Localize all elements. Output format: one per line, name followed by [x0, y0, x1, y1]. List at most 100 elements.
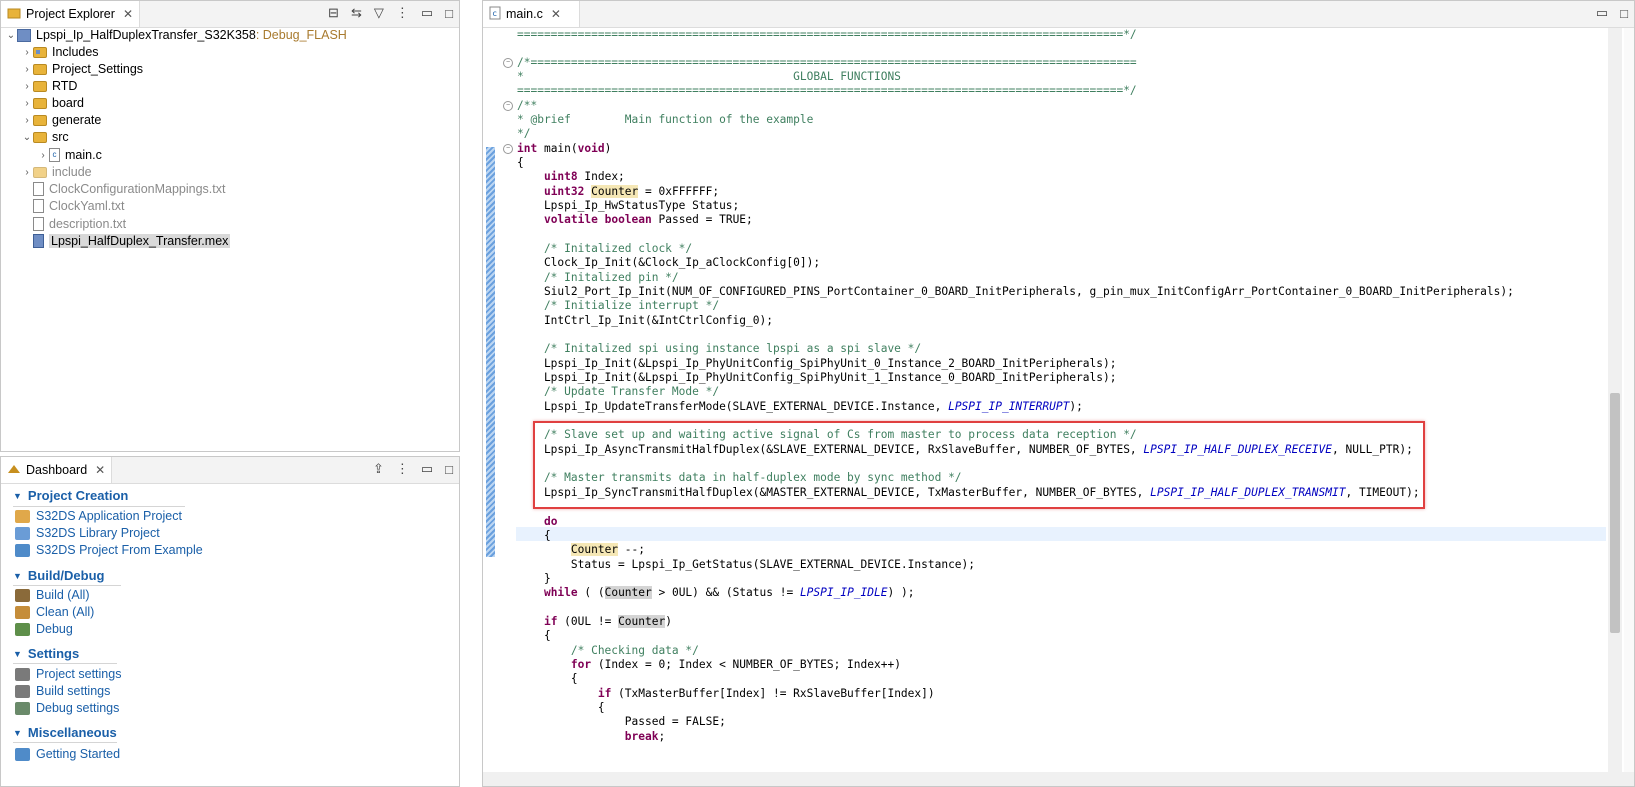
link-project-settings[interactable]: Project settings [15, 667, 121, 681]
tree-item-label: board [52, 96, 84, 110]
code-line: { [517, 529, 551, 542]
c-file-icon: c [49, 148, 60, 162]
link-s32ds-library-project[interactable]: S32DS Library Project [15, 526, 160, 540]
link-label: Getting Started [36, 747, 121, 761]
section-title: Miscellaneous [27, 725, 117, 740]
view-toolbar: ⇪ ⋮ ▭ □ [373, 461, 453, 477]
tree-item-generate[interactable]: › generate [21, 111, 101, 129]
triangle-down-icon[interactable]: ▼ [13, 491, 22, 501]
chevron-right-icon[interactable]: › [21, 64, 33, 75]
section-project-creation[interactable]: ▼ Project Creation [13, 488, 128, 503]
maximize-icon[interactable]: □ [1620, 6, 1628, 21]
text-file-icon [33, 199, 44, 213]
chevron-right-icon[interactable]: › [21, 47, 33, 58]
code-line: { [517, 629, 551, 642]
tree-item-description[interactable]: description.txt [33, 215, 126, 233]
code-line: uint32 Counter = 0xFFFFFF; [543, 185, 720, 198]
current-line-highlight [516, 527, 1606, 541]
code-line: Lpspi_Ip_HwStatusType Status; [517, 199, 740, 212]
link-build-all[interactable]: Build (All) [15, 588, 90, 602]
tree-item-label: ClockYaml.txt [49, 199, 125, 213]
scrollbar-thumb[interactable] [1610, 393, 1620, 633]
code-line: int main(void) [517, 142, 612, 155]
code-line: { [517, 156, 524, 169]
code-editor[interactable]: − − − ==================================… [483, 28, 1634, 772]
chevron-right-icon[interactable]: › [21, 167, 33, 178]
code-line: uint8 Index; [543, 170, 625, 183]
code-line: Lpspi_Ip_Init(&Lpspi_Ip_PhyUnitConfig_Sp… [517, 357, 1117, 370]
tab-main-c[interactable]: c main.c ✕ [483, 1, 580, 27]
view-menu-icon[interactable]: ⋮ [396, 461, 409, 477]
link-s32ds-application-project[interactable]: S32DS Application Project [15, 509, 182, 523]
minimize-icon[interactable]: ▭ [421, 461, 433, 477]
tree-item-rtd[interactable]: › RTD [21, 77, 77, 95]
link-debug-settings[interactable]: Debug settings [15, 701, 119, 715]
section-build-debug[interactable]: ▼ Build/Debug [13, 568, 104, 583]
chevron-down-icon[interactable]: ⌄ [21, 132, 33, 143]
new-project-icon[interactable]: ⇪ [373, 461, 384, 477]
close-icon[interactable]: ✕ [95, 463, 105, 477]
chevron-down-icon[interactable]: ⌄ [5, 30, 17, 41]
chevron-right-icon[interactable]: › [21, 81, 33, 92]
filter-icon[interactable]: ▽ [374, 5, 384, 21]
library-project-icon [15, 526, 30, 540]
tree-item-clock-yaml[interactable]: ClockYaml.txt [33, 197, 124, 215]
chevron-right-icon[interactable]: › [21, 98, 33, 109]
fold-icon[interactable]: − [503, 101, 513, 111]
maximize-icon[interactable]: □ [445, 6, 453, 21]
overview-ruler[interactable] [1624, 28, 1634, 772]
project-settings-icon [15, 667, 30, 681]
tree-item-project-settings[interactable]: › Project_Settings [21, 60, 143, 78]
link-editor-icon[interactable]: ⇆ [351, 5, 362, 21]
collapse-all-icon[interactable]: ⊟ [328, 5, 339, 21]
tab-dashboard[interactable]: Dashboard ✕ [1, 457, 112, 483]
triangle-down-icon[interactable]: ▼ [13, 571, 22, 581]
tree-item-src[interactable]: ⌄ src [21, 128, 69, 146]
code-line: { [517, 701, 605, 714]
link-s32ds-project-from-example[interactable]: S32DS Project From Example [15, 543, 203, 557]
tree-item-include[interactable]: › include [21, 163, 91, 181]
link-label: Clean (All) [36, 605, 95, 619]
fold-icon[interactable]: − [503, 144, 513, 154]
code-line: } [517, 572, 551, 585]
project-explorer-panel: Project Explorer ✕ ⊟ ⇆ ▽ ⋮ ▭ □ ⌄ Lpspi_I… [0, 0, 460, 452]
tree-item-includes[interactable]: › Includes [21, 43, 98, 61]
chevron-right-icon[interactable]: › [21, 115, 33, 126]
code-line: /* Checking data */ [517, 644, 699, 657]
tree-item-board[interactable]: › board [21, 94, 84, 112]
link-debug[interactable]: Debug [15, 622, 73, 636]
minimize-icon[interactable]: ▭ [421, 5, 433, 21]
tab-project-explorer[interactable]: Project Explorer ✕ [1, 1, 140, 27]
code-line: ========================================… [517, 28, 1137, 41]
dashboard-panel: Dashboard ✕ ⇪ ⋮ ▭ □ ▼ Project Creation S… [0, 456, 460, 787]
tree-project-root[interactable]: ⌄ Lpspi_Ip_HalfDuplexTransfer_S32K358: D… [5, 26, 347, 44]
fold-icon[interactable]: − [503, 58, 513, 68]
minimize-icon[interactable]: ▭ [1596, 5, 1608, 21]
horizontal-scrollbar[interactable] [483, 772, 1634, 786]
code-line: Lpspi_Ip_Init(&Lpspi_Ip_PhyUnitConfig_Sp… [517, 371, 1117, 384]
link-getting-started[interactable]: Getting Started [15, 747, 120, 761]
chevron-right-icon[interactable]: › [37, 150, 49, 161]
code-line: /** [517, 99, 538, 112]
divider [13, 663, 117, 664]
close-icon[interactable]: ✕ [551, 7, 561, 21]
text-file-icon [33, 217, 44, 231]
tree-item-mex-file[interactable]: Lpspi_HalfDuplex_Transfer.mex [33, 232, 231, 250]
triangle-down-icon[interactable]: ▼ [13, 728, 22, 738]
tree-item-clock-config-mappings[interactable]: ClockConfigurationMappings.txt [33, 180, 225, 198]
tree-item-label: RTD [52, 79, 78, 93]
section-miscellaneous[interactable]: ▼ Miscellaneous [13, 725, 117, 740]
close-icon[interactable]: ✕ [123, 7, 133, 21]
view-menu-icon[interactable]: ⋮ [396, 5, 409, 21]
debug-settings-icon [15, 701, 30, 715]
section-settings[interactable]: ▼ Settings [13, 646, 79, 661]
link-build-settings[interactable]: Build settings [15, 684, 110, 698]
triangle-down-icon[interactable]: ▼ [13, 649, 22, 659]
code-line: Lpspi_Ip_UpdateTransferMode(SLAVE_EXTERN… [517, 400, 1083, 413]
project-icon [17, 28, 31, 42]
vertical-scrollbar[interactable] [1608, 28, 1622, 772]
maximize-icon[interactable]: □ [445, 462, 453, 477]
code-line: Siul2_Port_Ip_Init(NUM_OF_CONFIGURED_PIN… [517, 285, 1514, 298]
tree-item-main-c[interactable]: › c main.c [37, 146, 102, 164]
link-clean-all[interactable]: Clean (All) [15, 605, 94, 619]
